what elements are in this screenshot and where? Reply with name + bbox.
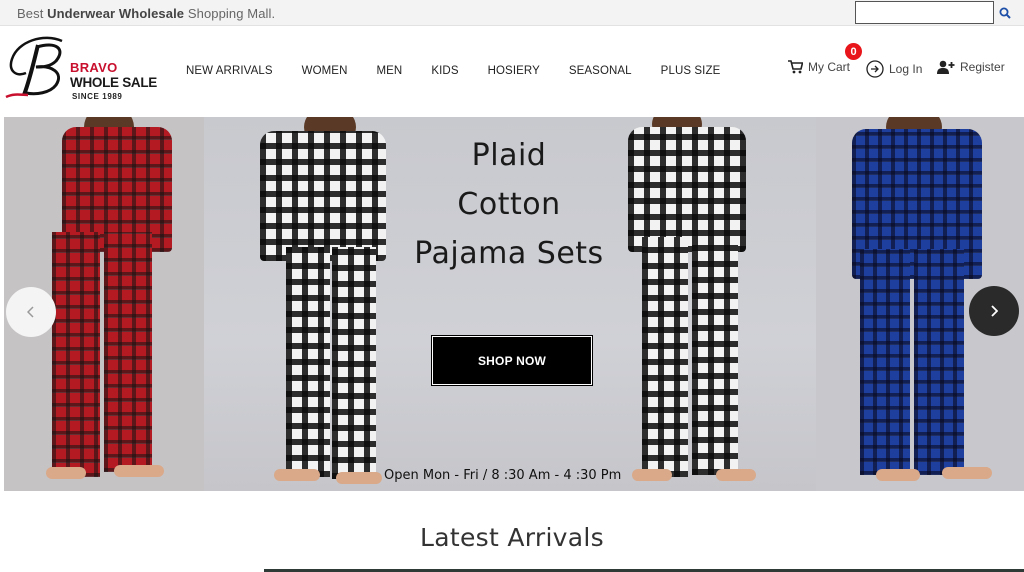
cart-count-badge: 0	[845, 43, 862, 60]
business-hours: Open Mon - Fri / 8 :30 Am - 4 :30 Pm	[384, 468, 622, 483]
model-bw-plaid-image	[254, 117, 394, 491]
tagline: Best Underwear Wholesale Shopping Mall.	[17, 6, 276, 21]
cart-label: My Cart	[808, 60, 850, 74]
headline-line-1: Plaid	[471, 138, 547, 173]
login-link[interactable]: Log In	[866, 60, 922, 78]
headline-line-3: Pajama Sets	[414, 236, 604, 271]
nav-kids[interactable]: KIDS	[431, 65, 458, 77]
search-form	[855, 1, 1019, 25]
cart-icon	[788, 60, 803, 74]
hero-banner[interactable]: Plaid Cotton Pajama Sets SHOP NOW Open M…	[4, 117, 1024, 491]
nav-women[interactable]: WOMEN	[302, 65, 348, 77]
register-label: Register	[960, 60, 1005, 74]
carousel-next-button[interactable]	[969, 286, 1019, 336]
cart-link[interactable]: My Cart	[788, 60, 850, 74]
banner-headline: Plaid Cotton Pajama Sets	[384, 131, 634, 278]
site-header: BRAVO WHOLE SALE SINCE 1989 NEW ARRIVALS…	[0, 27, 1024, 117]
search-input[interactable]	[855, 1, 994, 24]
chevron-right-icon	[991, 305, 998, 317]
nav-plus-size[interactable]: PLUS SIZE	[661, 65, 721, 77]
model-bw-plaid-image-2	[616, 117, 756, 491]
add-user-icon	[937, 60, 955, 74]
logo-text-since: SINCE 1989	[72, 92, 123, 101]
section-title-latest-arrivals: Latest Arrivals	[420, 523, 604, 552]
headline-line-2: Cotton	[457, 187, 561, 222]
chevron-left-icon	[27, 306, 34, 318]
main-nav: NEW ARRIVALS WOMEN MEN KIDS HOSIERY SEAS…	[186, 65, 749, 77]
model-red-plaid-image	[44, 117, 184, 491]
nav-new-arrivals[interactable]: NEW ARRIVALS	[186, 65, 273, 77]
nav-men[interactable]: MEN	[376, 65, 402, 77]
logo-text-bravo: BRAVO	[70, 60, 118, 75]
login-label: Log In	[889, 62, 923, 76]
nav-seasonal[interactable]: SEASONAL	[569, 65, 632, 77]
shop-now-button[interactable]: SHOP NOW	[431, 335, 593, 386]
login-icon	[866, 60, 884, 78]
register-link[interactable]: Register	[937, 60, 1005, 74]
top-bar: Best Underwear Wholesale Shopping Mall.	[0, 0, 1024, 26]
logo-text-wholesale: WHOLE SALE	[70, 75, 157, 90]
logo[interactable]: BRAVO WHOLE SALE SINCE 1989	[4, 31, 164, 111]
logo-monogram-icon	[5, 36, 63, 99]
search-icon[interactable]	[996, 4, 1014, 22]
carousel-prev-button[interactable]	[6, 287, 56, 337]
nav-hosiery[interactable]: HOSIERY	[488, 65, 540, 77]
